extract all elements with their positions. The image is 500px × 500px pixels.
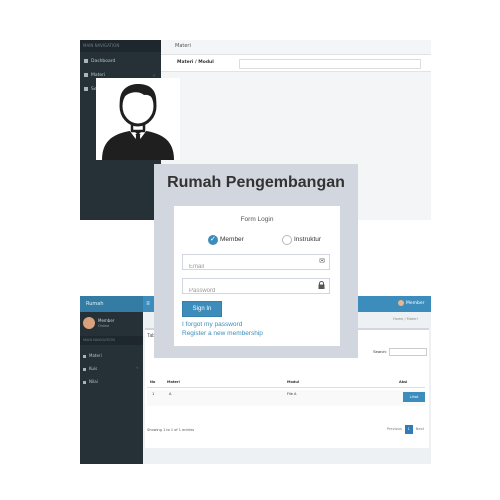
- avatar: [83, 317, 95, 329]
- register-link[interactable]: Register a new membership: [182, 330, 263, 337]
- breadcrumb: Home / Materi: [393, 317, 418, 321]
- view-button[interactable]: Lihat: [403, 392, 425, 402]
- grade-icon: [83, 380, 86, 384]
- avatar-image: [96, 78, 180, 160]
- sign-in-button[interactable]: Sign In: [182, 301, 222, 317]
- field-label: Materi / Modul: [177, 60, 214, 65]
- password-field-wrapper: [182, 278, 330, 298]
- profile-status: Online: [98, 324, 110, 328]
- menu-toggle-icon[interactable]: ≡: [143, 296, 153, 312]
- app-title: Rumah Pengembangan: [167, 174, 345, 191]
- form-title: Form Login: [240, 216, 274, 223]
- search-input[interactable]: [388, 348, 427, 356]
- user-avatar: [398, 299, 404, 306]
- table-cell: 1: [152, 392, 155, 396]
- instruktur-radio[interactable]: [282, 235, 292, 245]
- column-header[interactable]: Modul: [287, 380, 299, 384]
- quiz-icon: [83, 367, 86, 371]
- sidebar-item-dashboard[interactable]: Dashboard: [80, 56, 161, 68]
- bottom-sidebar: Member Online MAIN NAVIGATION Materi Kui…: [80, 312, 143, 464]
- certificate-icon: [84, 86, 88, 91]
- profile-name: Member: [98, 318, 115, 323]
- table-cell: A: [169, 392, 172, 396]
- column-header[interactable]: Aksi: [399, 380, 407, 384]
- sidebar-item-materi[interactable]: Materi: [80, 350, 143, 362]
- user-menu[interactable]: Member: [398, 296, 431, 312]
- email-field-wrapper: ✉: [182, 254, 330, 274]
- table-row: 1 A File A Lihat: [147, 390, 425, 406]
- instruktur-radio-label[interactable]: Instruktur: [294, 236, 321, 243]
- column-header[interactable]: Materi: [167, 380, 180, 384]
- dashboard-icon: [84, 58, 88, 63]
- lock-icon: [318, 281, 325, 291]
- next-page-link[interactable]: Next: [416, 427, 424, 431]
- member-radio-label[interactable]: Member: [220, 236, 244, 243]
- forgot-password-link[interactable]: I forgot my password: [182, 321, 242, 328]
- book-icon: [83, 354, 86, 358]
- book-icon: [84, 72, 88, 77]
- chevron-left-icon: ‹: [136, 366, 138, 371]
- sidebar-header: MAIN NAVIGATION: [80, 40, 161, 52]
- password-field[interactable]: [183, 284, 311, 298]
- app-logo[interactable]: Rumah Pengembangan: [80, 296, 143, 323]
- lock-icon-shape: [318, 281, 325, 289]
- breadcrumb: Materi: [175, 43, 191, 49]
- sidebar-header: MAIN NAVIGATION: [80, 336, 143, 345]
- email-field[interactable]: [183, 260, 311, 274]
- current-page[interactable]: 1: [404, 425, 413, 434]
- sidebar-item-kuis[interactable]: Kuis ‹: [80, 363, 143, 375]
- sidebar-item-nilai[interactable]: Nilai: [80, 376, 143, 388]
- table-info: Showing 1 to 1 of 1 entries: [147, 428, 195, 432]
- materi-input[interactable]: [239, 59, 421, 69]
- column-header[interactable]: No: [150, 380, 155, 384]
- envelope-icon: ✉: [319, 257, 325, 265]
- prev-page-link[interactable]: Previous: [387, 427, 402, 431]
- user-avatar-icon: [96, 78, 180, 160]
- table-header: No Materi Modul Aksi: [147, 378, 425, 388]
- materi-field-row: Materi / Modul: [161, 54, 431, 72]
- user-panel: Member Online: [80, 312, 143, 336]
- login-form: Form Login Member Instruktur ✉ Sign In I…: [174, 206, 340, 346]
- pagination: Previous 1 Next: [387, 425, 424, 434]
- table-cell: File A: [287, 392, 297, 396]
- member-radio[interactable]: [208, 235, 218, 245]
- table-search: Search:: [373, 348, 427, 356]
- login-panel: Rumah Pengembangan Form Login Member Ins…: [154, 164, 358, 358]
